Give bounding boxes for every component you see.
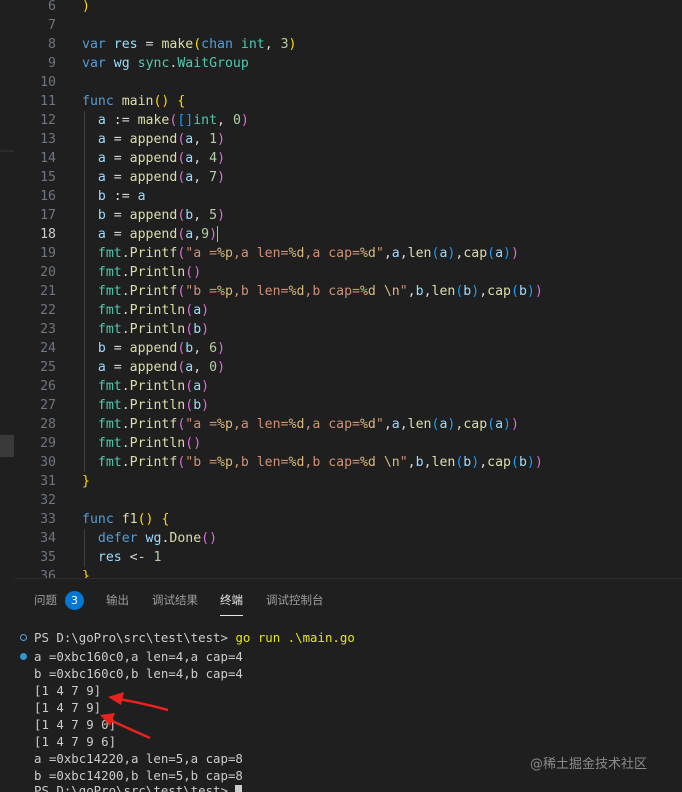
watermark: @稀土掘金技术社区 [530, 757, 648, 772]
red-arrow-2 [100, 713, 151, 740]
red-arrow-1 [108, 692, 169, 712]
annotation-arrows [100, 692, 169, 740]
